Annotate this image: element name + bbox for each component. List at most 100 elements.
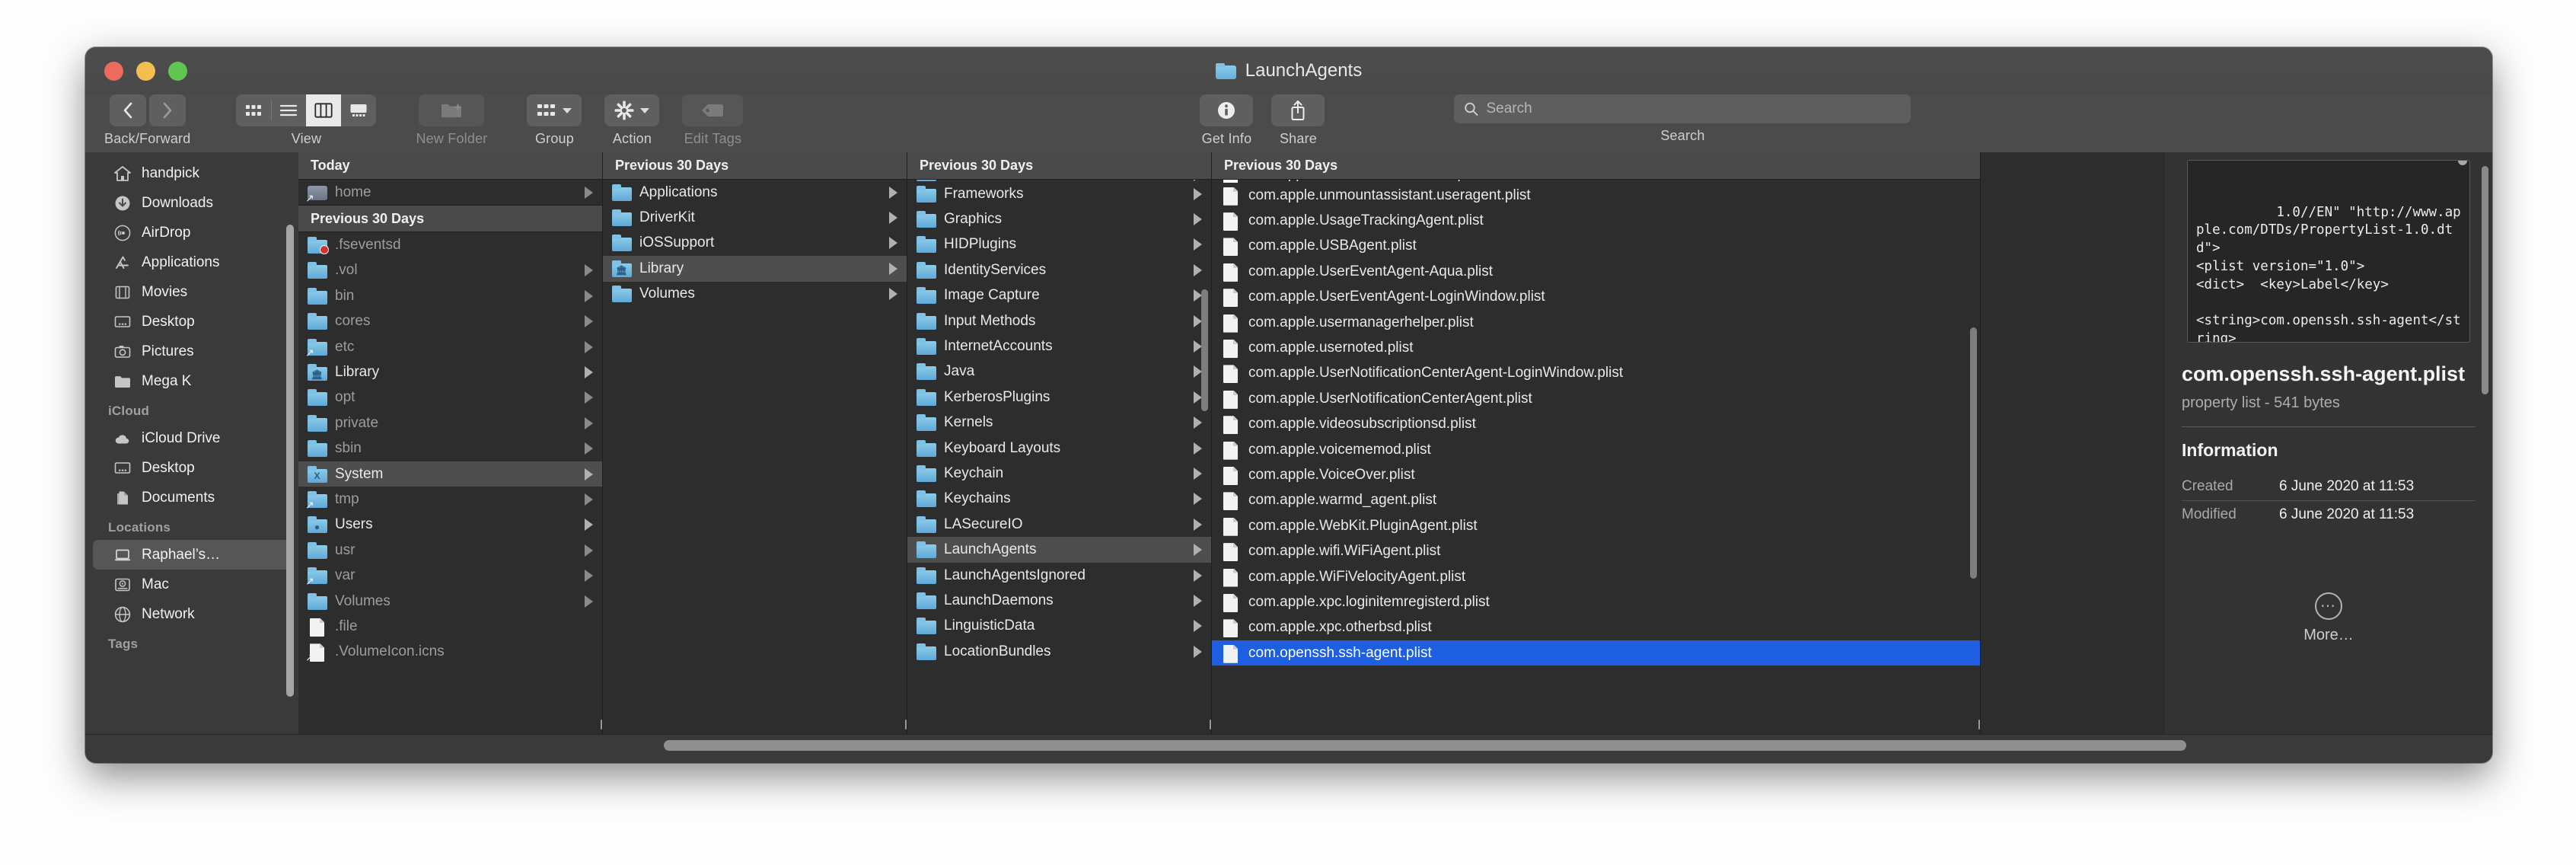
disclosure-arrow-icon[interactable] [585, 595, 593, 608]
disclosure-arrow-icon[interactable] [1194, 238, 1202, 251]
column-row[interactable]: opt [298, 385, 602, 410]
column-row[interactable]: sbin [298, 436, 602, 461]
column-row[interactable]: LaunchDaemons [907, 588, 1211, 613]
sidebar-item-mega-k[interactable]: Mega K [93, 366, 291, 396]
horizontal-scrollbar-thumb[interactable] [664, 740, 2186, 751]
column-row[interactable]: com.apple.videosubscriptionsd.plist [1212, 412, 1980, 437]
sidebar-item-applications[interactable]: Applications [93, 247, 291, 277]
column-row[interactable]: InternetAccounts [907, 334, 1211, 359]
column-row[interactable]: X System [298, 461, 602, 487]
column-row[interactable]: LocationBundles [907, 639, 1211, 664]
disclosure-arrow-icon[interactable] [585, 493, 593, 506]
column-list[interactable]: com.apple.universalaccessHUD.plist com.ap… [1212, 180, 1980, 734]
disclosure-arrow-icon[interactable] [1194, 518, 1202, 531]
more-button[interactable]: ⋯ More… [2165, 592, 2492, 644]
disclosure-arrow-icon[interactable] [1194, 187, 1202, 200]
share-button[interactable] [1271, 94, 1325, 126]
disclosure-arrow-icon[interactable] [585, 417, 593, 429]
column-row[interactable]: iOSSupport [603, 231, 907, 256]
column-row[interactable]: com.apple.xpc.otherbsd.plist [1212, 615, 1980, 640]
column-row[interactable]: com.apple.xpc.loginitemregisterd.plist [1212, 589, 1980, 614]
column-list[interactable]: Fonts Frameworks Graphics HIDPlugins Identit… [907, 180, 1211, 734]
sidebar-item-mac[interactable]: Mac [93, 570, 291, 599]
disclosure-arrow-icon[interactable] [889, 186, 897, 199]
search-box[interactable] [1454, 94, 1911, 123]
disclosure-arrow-icon[interactable] [1194, 180, 1202, 181]
column-row[interactable]: cores [298, 309, 602, 334]
column-row[interactable]: ↗ etc [298, 334, 602, 359]
column-row[interactable]: Java [907, 359, 1211, 385]
column-row[interactable]: DriverKit [603, 205, 907, 230]
column-row[interactable]: com.apple.unmountassistant.useragent.pli… [1212, 183, 1980, 208]
column-row[interactable]: LaunchAgentsIgnored [907, 563, 1211, 588]
column-row[interactable]: com.apple.warmd_agent.plist [1212, 488, 1980, 513]
minimize-icon[interactable] [136, 61, 155, 81]
column-row[interactable]: Image Capture [907, 283, 1211, 308]
view-mode-list[interactable] [271, 94, 306, 126]
column-row[interactable]: Applications [603, 180, 907, 205]
column-row[interactable]: com.apple.UsageTrackingAgent.plist [1212, 208, 1980, 233]
column-row[interactable]: bin [298, 283, 602, 308]
sidebar-item-desktop[interactable]: Desktop [93, 307, 291, 337]
disclosure-arrow-icon[interactable] [1194, 594, 1202, 607]
edit-tags-button[interactable] [682, 94, 744, 126]
sidebar-item-documents[interactable]: Documents [93, 483, 291, 512]
column-row[interactable]: ↗ home [298, 180, 602, 205]
column-row[interactable]: com.apple.VoiceOver.plist [1212, 462, 1980, 487]
column-row[interactable]: ↗ var [298, 563, 602, 588]
column-row[interactable]: Keychain [907, 461, 1211, 486]
column-scrollbar[interactable] [1970, 327, 1977, 579]
disclosure-arrow-icon[interactable] [889, 237, 897, 250]
column-row[interactable]: .vol [298, 258, 602, 283]
column-row[interactable]: HIDPlugins [907, 232, 1211, 257]
column-resize-handle[interactable] [598, 714, 602, 734]
close-icon[interactable] [104, 61, 123, 81]
column-row[interactable]: KerberosPlugins [907, 385, 1211, 410]
column-row[interactable]: 🏛 Library [603, 256, 907, 282]
column-row[interactable]: Kernels [907, 410, 1211, 436]
view-mode-gallery[interactable] [341, 94, 376, 126]
action-button[interactable] [604, 94, 660, 126]
forward-button[interactable] [148, 94, 186, 126]
disclosure-arrow-icon[interactable] [1194, 467, 1202, 480]
column-row[interactable]: Keyboard Layouts [907, 436, 1211, 461]
disclosure-arrow-icon[interactable] [585, 442, 593, 455]
disclosure-arrow-icon[interactable] [585, 570, 593, 583]
column-row[interactable]: com.apple.UserEventAgent-Aqua.plist [1212, 259, 1980, 284]
column-row[interactable]: Graphics [907, 206, 1211, 231]
column-resize-handle[interactable] [902, 714, 907, 734]
column-row[interactable]: LaunchAgents [907, 537, 1211, 563]
sidebar-item-raphael-s[interactable]: Raphael’s… [93, 540, 291, 570]
sidebar-item-desktop[interactable]: Desktop [93, 453, 291, 483]
column-row[interactable]: com.apple.WebKit.PluginAgent.plist [1212, 513, 1980, 538]
column-row[interactable]: com.apple.universalaccessHUD.plist [1212, 180, 1980, 183]
column-resize-handle[interactable] [1207, 714, 1211, 734]
column-row[interactable]: .file [298, 614, 602, 639]
disclosure-arrow-icon[interactable] [1194, 493, 1202, 506]
sidebar-item-pictures[interactable]: Pictures [93, 337, 291, 366]
column-row[interactable]: Keychains [907, 487, 1211, 512]
search-input[interactable] [1486, 101, 1902, 117]
sidebar-scrollbar[interactable] [286, 225, 294, 697]
column-row[interactable]: Volumes [298, 589, 602, 614]
column-row[interactable]: LinguisticData [907, 614, 1211, 639]
group-button[interactable] [527, 94, 582, 126]
new-folder-button[interactable] [419, 94, 485, 126]
disclosure-arrow-icon[interactable] [1194, 569, 1202, 582]
column-list[interactable]: Applications DriverKit iOSSupport 🏛 Library V… [603, 180, 907, 734]
column-row[interactable]: com.apple.WiFiVelocityAgent.plist [1212, 564, 1980, 589]
column-row[interactable]: private [298, 410, 602, 436]
horizontal-scrollbar[interactable] [85, 734, 2492, 755]
disclosure-arrow-icon[interactable] [1194, 442, 1202, 455]
column-row[interactable]: com.apple.usernoted.plist [1212, 335, 1980, 360]
disclosure-arrow-icon[interactable] [1194, 213, 1202, 226]
column-row[interactable]: LASecureIO [907, 512, 1211, 537]
column-list[interactable]: ↗ home Previous 30 Days .fseventsd .vol bin co… [298, 180, 602, 734]
column-row[interactable]: com.apple.UserNotificationCenterAgent.pl… [1212, 386, 1980, 411]
disclosure-arrow-icon[interactable] [889, 262, 897, 275]
sidebar-item-icloud-drive[interactable]: iCloud Drive [93, 423, 291, 453]
back-button[interactable] [109, 94, 146, 126]
window-titlebar[interactable]: LaunchAgents [85, 47, 2492, 94]
disclosure-arrow-icon[interactable] [585, 366, 593, 379]
column-row[interactable]: usr [298, 538, 602, 563]
